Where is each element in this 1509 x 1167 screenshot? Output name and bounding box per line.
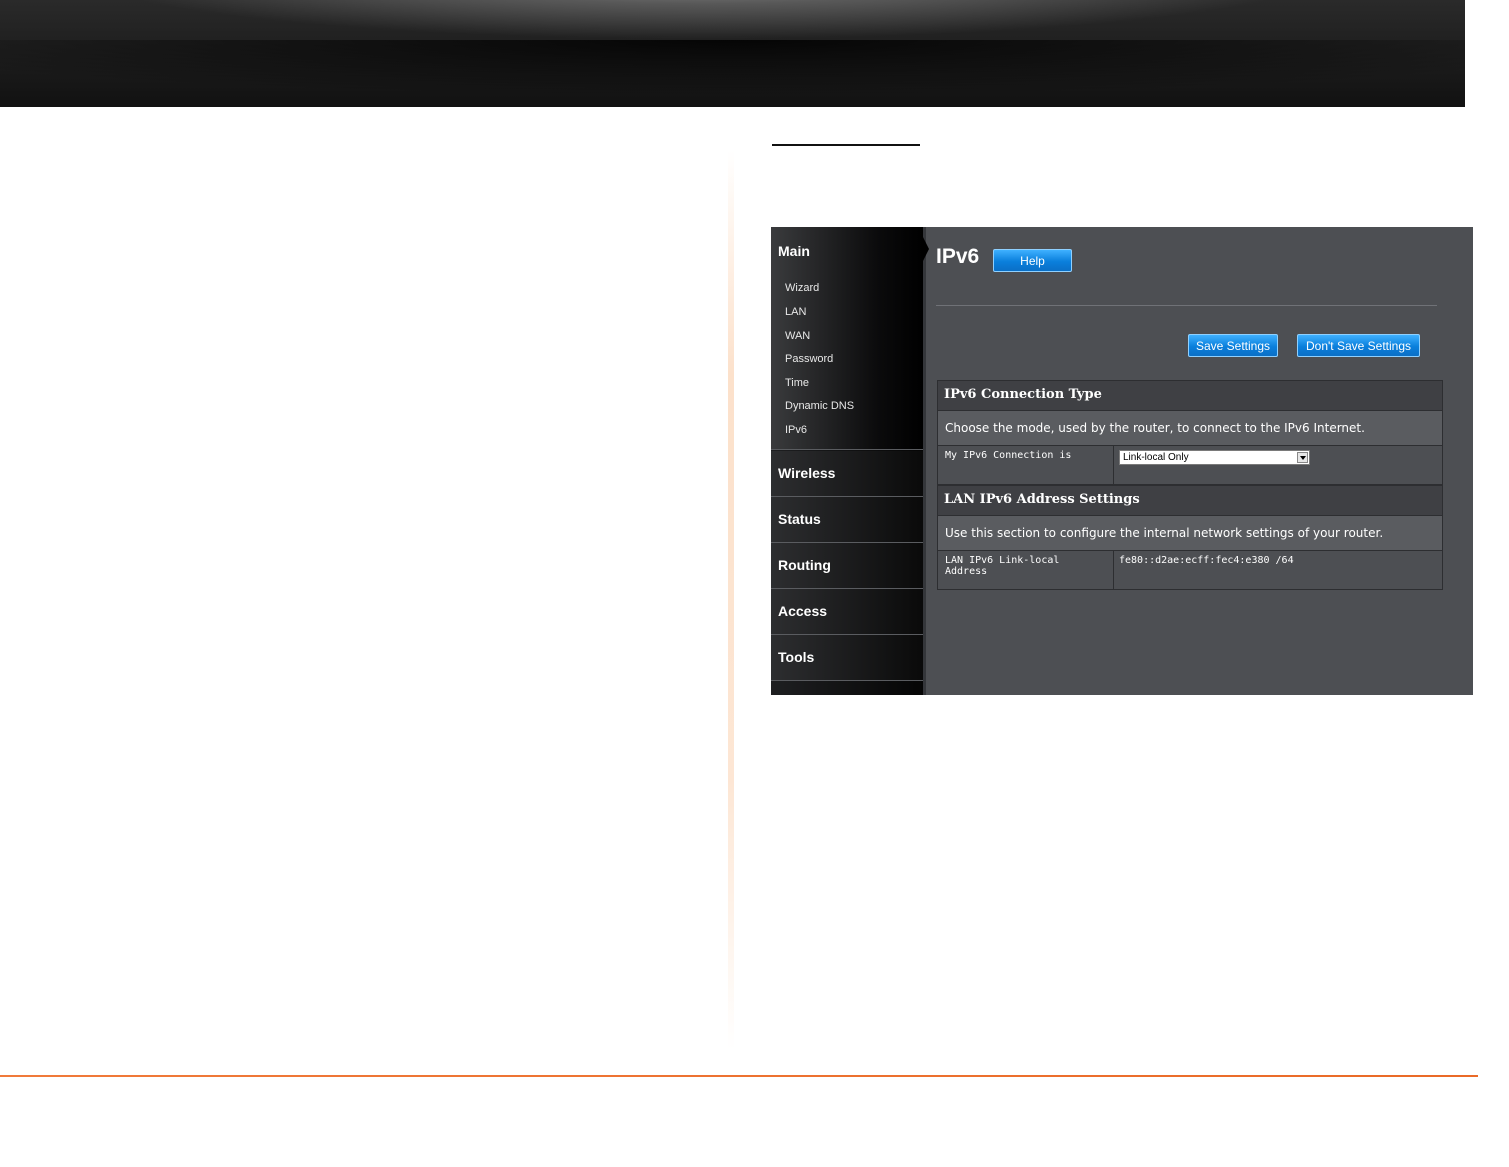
select-value: Link-local Only (1123, 452, 1189, 463)
page-title: IPv6 (936, 245, 980, 268)
footer-rule (0, 1075, 1478, 1077)
nav-section-main[interactable]: Main Wizard LAN WAN Password Time Dynami… (771, 227, 923, 450)
nav-section-label: Wireless (778, 465, 836, 481)
column-divider (728, 150, 734, 1050)
dont-save-settings-button[interactable]: Don't Save Settings (1297, 334, 1420, 357)
nav-item-wan[interactable]: WAN (785, 330, 810, 342)
nav-section-routing[interactable]: Routing (771, 543, 923, 589)
content-area: IPv6 Help Save Settings Don't Save Setti… (929, 227, 1473, 695)
nav-section-access[interactable]: Access (771, 589, 923, 635)
nav-main-title: Main (778, 243, 810, 259)
save-settings-button[interactable]: Save Settings (1188, 334, 1278, 357)
nav-section-label: Tools (778, 649, 815, 665)
nav-item-lan[interactable]: LAN (785, 306, 806, 318)
nav-section-label: Access (778, 603, 828, 619)
connection-type-select[interactable]: Link-local Only (1119, 450, 1310, 465)
nav-section-label: Routing (778, 557, 831, 573)
connection-field-label: My IPv6 Connection is (938, 446, 1114, 484)
nav-section-tools[interactable]: Tools (771, 635, 923, 681)
title-divider (936, 305, 1437, 306)
nav-section-wireless[interactable]: Wireless (771, 451, 923, 497)
router-ui-screenshot: Main Wizard LAN WAN Password Time Dynami… (771, 227, 1473, 695)
link-local-address-value: fe80::d2ae:ecff:fec4:e380 /64 (1119, 555, 1294, 566)
sidebar: Main Wizard LAN WAN Password Time Dynami… (771, 227, 929, 695)
nav-item-ipv6[interactable]: IPv6 (785, 424, 807, 436)
panel-description: Use this section to configure the intern… (938, 516, 1442, 551)
table-row: My IPv6 Connection is Link-local Only (938, 446, 1442, 484)
nav-section-label: Status (778, 511, 821, 527)
lan-ipv6-address-panel: LAN IPv6 Address Settings Use this secti… (937, 485, 1443, 590)
panel-description: Choose the mode, used by the router, to … (938, 411, 1442, 446)
nav-item-time[interactable]: Time (785, 377, 809, 389)
link-local-field-label: LAN IPv6 Link-local Address (938, 551, 1114, 589)
nav-item-password[interactable]: Password (785, 353, 833, 365)
nav-section-status[interactable]: Status (771, 497, 923, 543)
chevron-down-icon (1297, 452, 1308, 463)
connection-field-value-cell: Link-local Only (1114, 446, 1442, 484)
help-button[interactable]: Help (993, 249, 1072, 272)
page-header-banner (0, 0, 1465, 107)
ipv6-connection-type-panel: IPv6 Connection Type Choose the mode, us… (937, 380, 1443, 485)
panel-heading: LAN IPv6 Address Settings (938, 486, 1442, 516)
table-row: LAN IPv6 Link-local Address fe80::d2ae:e… (938, 551, 1442, 589)
nav-item-dynamic-dns[interactable]: Dynamic DNS (785, 400, 854, 412)
section-title-rule (772, 144, 920, 146)
nav-item-wizard[interactable]: Wizard (785, 282, 819, 294)
panel-heading: IPv6 Connection Type (938, 381, 1442, 411)
